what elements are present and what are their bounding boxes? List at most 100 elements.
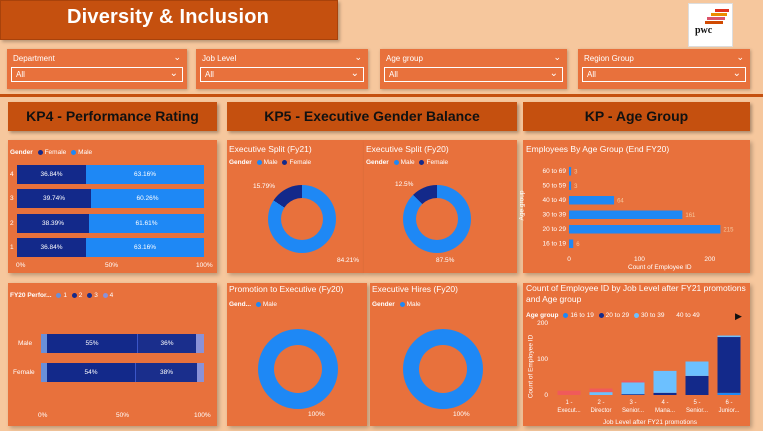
- legend-item: Female: [289, 159, 312, 166]
- stack-segment[interactable]: [685, 361, 709, 376]
- legend-dot-1: [56, 292, 62, 298]
- stack-segment[interactable]: [653, 392, 677, 395]
- bar-value-label: 215: [723, 228, 734, 234]
- chart-legend: Gender Male Female: [229, 159, 311, 166]
- page-title: Diversity & Inclusion: [67, 6, 270, 28]
- row-label: 4: [10, 171, 14, 178]
- slicer-dropdown[interactable]: All ⌄: [384, 67, 563, 82]
- slicer-dropdown[interactable]: All ⌄: [11, 67, 183, 82]
- age-bar[interactable]: [569, 225, 721, 234]
- age-bar[interactable]: [569, 167, 572, 176]
- panel-title: Executive Split (Fy20): [366, 144, 449, 154]
- bar-segment-4: [197, 363, 204, 382]
- y-tick-label: 200: [537, 320, 548, 327]
- bar-segment-female: 36.84%: [17, 238, 86, 257]
- stack-segment[interactable]: [557, 390, 581, 395]
- y-tick-label: 100: [537, 356, 548, 363]
- stack-segment[interactable]: [685, 375, 709, 395]
- legend-title: Gender: [10, 149, 33, 156]
- bar-row[interactable]: 36.84% 63.16%: [17, 238, 204, 257]
- slicer-dropdown[interactable]: All ⌄: [582, 67, 746, 82]
- slicer-value: All: [587, 70, 596, 79]
- bar-segment-male: 63.16%: [86, 238, 204, 257]
- slicer-label: Department: [13, 54, 55, 63]
- slicer-dropdown[interactable]: All ⌄: [200, 67, 364, 82]
- stack-segment[interactable]: [717, 335, 741, 338]
- slicer-age-group[interactable]: Age group ⌄ All ⌄: [380, 49, 567, 89]
- slicer-department[interactable]: Department ⌄ All ⌄: [7, 49, 187, 89]
- fy20-perf-panel: FY20 Perfor... 1 2 3 4 Male 55% 36% Fema…: [8, 283, 217, 426]
- chevron-down-icon: ⌄: [350, 68, 359, 79]
- legend-dot-male: [71, 149, 77, 155]
- legend-title: Gender: [372, 301, 395, 308]
- legend-item: Male: [263, 159, 278, 166]
- donut-label-female: 12.5%: [395, 181, 414, 188]
- x-tick-label: 6 -: [725, 400, 732, 406]
- x-tick-label: 3 -: [629, 400, 636, 406]
- x-tick-label: Mana...: [655, 408, 675, 414]
- donut-hole: [416, 198, 458, 240]
- exec-hires-panel: Executive Hires (Fy20) Gender Male 100%: [370, 283, 517, 426]
- bar-row[interactable]: 38.39% 61.61%: [17, 214, 204, 233]
- slicer-value: All: [389, 70, 398, 79]
- promo-exec-panel: Promotion to Executive (Fy20) Gend... Ma…: [227, 283, 367, 426]
- legend-item: Male: [78, 149, 93, 156]
- stack-segment[interactable]: [717, 392, 741, 395]
- stack-segment[interactable]: [621, 380, 645, 383]
- exec-split-fy21-panel: Executive Split (Fy21) Gender Male Femal…: [227, 140, 364, 273]
- legend-item: Female: [44, 149, 67, 156]
- age-bar[interactable]: [569, 196, 615, 205]
- stack-segment[interactable]: [653, 370, 677, 393]
- age-bar[interactable]: [569, 239, 574, 249]
- slicer-label: Age group: [386, 54, 423, 63]
- bar-value-label: 3: [574, 184, 578, 190]
- panel-title: Executive Split (Fy21): [229, 144, 312, 154]
- chevron-down-icon[interactable]: ⌄: [173, 52, 181, 63]
- age-bar[interactable]: [569, 181, 572, 191]
- perf-rating-panel: Gender Female Male 4 36.84% 63.16% 3 39.…: [8, 140, 217, 273]
- x-tick-label: Director: [590, 408, 611, 414]
- x-tick-label: 5 -: [693, 400, 700, 406]
- x-axis-label: Count of Employee ID: [628, 264, 692, 271]
- donut-chart[interactable]: [258, 329, 338, 409]
- job-level-stacked-chart[interactable]: 0 100 200 1 - Execut... 2 - Director 3 - Senior.…: [523, 283, 750, 426]
- y-tick-label: 20 to 29: [543, 226, 567, 233]
- chevron-down-icon[interactable]: ⌄: [553, 52, 561, 63]
- stack-segment[interactable]: [589, 392, 613, 395]
- row-label: 2: [10, 220, 14, 227]
- bar-row[interactable]: 54% 38%: [41, 363, 204, 382]
- bar-segment-4: [196, 334, 204, 353]
- bar-row[interactable]: 55% 36%: [41, 334, 204, 353]
- bar-segment-male: 61.61%: [89, 214, 204, 233]
- donut-label-male: 84.21%: [337, 257, 360, 264]
- age-bar[interactable]: [569, 210, 683, 220]
- bar-segment-3: 38%: [135, 363, 197, 382]
- chevron-down-icon[interactable]: ⌄: [354, 52, 362, 63]
- chevron-down-icon[interactable]: ⌄: [736, 52, 744, 63]
- section-title: KP5 - Executive Gender Balance: [264, 108, 480, 124]
- stack-segment[interactable]: [621, 382, 645, 395]
- bar-row[interactable]: 39.74% 60.26%: [17, 189, 204, 208]
- bar-row[interactable]: 36.84% 63.16%: [17, 165, 204, 184]
- stack-segment[interactable]: [589, 388, 613, 393]
- slicer-job-level[interactable]: Job Level ⌄ All ⌄: [196, 49, 368, 89]
- panel-title: Promotion to Executive (Fy20): [229, 284, 344, 294]
- donut-hole: [281, 198, 323, 240]
- donut-hole: [419, 345, 467, 393]
- legend-title: Gender: [229, 159, 252, 166]
- pwc-logo: pwc: [688, 3, 733, 47]
- bar-segment-3: 36%: [137, 334, 196, 353]
- bar-value-label: 64: [617, 199, 624, 205]
- bar-segment-female: 38.39%: [17, 214, 89, 233]
- legend-item: Female: [426, 159, 449, 166]
- donut-hole: [274, 345, 322, 393]
- donut-chart[interactable]: [403, 185, 471, 253]
- donut-chart[interactable]: [403, 329, 483, 409]
- chart-legend: Gend... Male: [229, 301, 277, 308]
- stack-segment[interactable]: [717, 337, 741, 393]
- slicer-label: Region Group: [584, 54, 634, 63]
- slicer-region-group[interactable]: Region Group ⌄ All ⌄: [578, 49, 750, 89]
- logo-mark-icon: [705, 9, 729, 24]
- age-bar-chart[interactable]: 0 100 200 60 to 69 3 50 to 59 3 40 to 49 64 30 to…: [523, 140, 750, 273]
- donut-chart[interactable]: [268, 185, 336, 253]
